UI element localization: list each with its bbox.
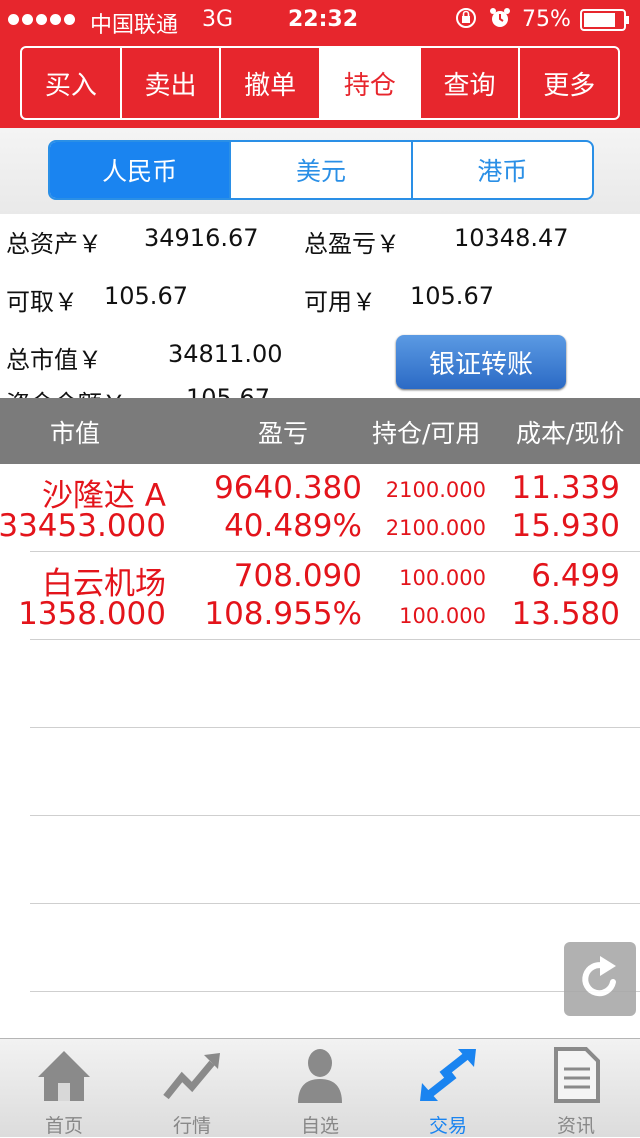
currency-hkd[interactable]: 港币 — [413, 142, 592, 198]
stock-price: 13.580 — [511, 596, 620, 632]
fund-balance-label: 资金余额￥ — [6, 384, 126, 398]
header-holding-available: 持仓/可用 — [372, 419, 481, 448]
document-icon — [554, 1047, 600, 1103]
bank-transfer-button[interactable]: 银证转账 — [396, 335, 566, 389]
row-divider — [30, 815, 640, 816]
stock-holding: 100.000 — [399, 566, 486, 590]
stock-pl-percent: 40.489% — [224, 508, 362, 544]
carrier-label: 中国联通 — [90, 13, 179, 38]
header-market-value: 市值 — [50, 419, 101, 448]
stock-available: 100.000 — [399, 604, 486, 628]
clock: 22:32 — [288, 7, 359, 32]
currency-selector: 人民币 美元 港币 — [48, 140, 594, 200]
tab-more[interactable]: 更多 — [520, 48, 618, 118]
stock-available: 2100.000 — [385, 516, 486, 540]
row-divider — [30, 991, 640, 992]
stock-market-value: 1358.000 — [18, 596, 166, 632]
trade-tab-bar: 买入 卖出 撤单 持仓 查询 更多 — [0, 40, 640, 128]
stock-holding: 2100.000 — [385, 478, 486, 502]
person-icon — [298, 1049, 342, 1103]
available-value: 105.67 — [410, 282, 494, 310]
row-divider — [30, 727, 640, 728]
rotation-lock-icon — [454, 6, 478, 36]
total-pl-value: 10348.47 — [454, 224, 569, 252]
stock-pl-percent: 108.955% — [204, 596, 362, 632]
tab-sell[interactable]: 卖出 — [122, 48, 222, 118]
stock-pl: 708.090 — [233, 558, 362, 594]
nav-news[interactable]: 资讯 — [512, 1039, 640, 1137]
nav-watchlist-label: 自选 — [300, 1115, 339, 1137]
nav-market-label: 行情 — [172, 1115, 211, 1137]
row-divider — [30, 903, 640, 904]
tab-query[interactable]: 查询 — [421, 48, 521, 118]
trade-tabs: 买入 卖出 撤单 持仓 查询 更多 — [20, 46, 620, 120]
nav-news-label: 资讯 — [556, 1115, 595, 1137]
fund-balance-value: 105.67 — [186, 384, 270, 398]
nav-home[interactable]: 首页 — [0, 1039, 128, 1137]
nav-trade[interactable]: 交易 — [384, 1039, 512, 1137]
network-label: 3G — [202, 7, 234, 32]
table-row[interactable]: 沙隆达 A 33453.000 9640.380 40.489% 2100.00… — [0, 464, 640, 552]
total-pl-label: 总盈亏￥ — [304, 230, 400, 258]
stock-pl: 9640.380 — [214, 470, 362, 506]
signal-strength — [8, 6, 78, 31]
withdrawable-label: 可取￥ — [6, 288, 78, 316]
total-assets-value: 34916.67 — [144, 224, 259, 252]
battery-icon — [580, 9, 630, 37]
tab-cancel-order[interactable]: 撤单 — [221, 48, 322, 118]
trade-arrows-icon — [420, 1049, 476, 1101]
currency-usd[interactable]: 美元 — [231, 142, 413, 198]
trend-icon — [163, 1053, 220, 1100]
positions-table-header: 市值 盈亏 持仓/可用 成本/现价 — [0, 398, 640, 464]
stock-cost: 6.499 — [531, 558, 620, 594]
stock-price: 15.930 — [511, 508, 620, 544]
row-divider — [30, 639, 640, 640]
table-row[interactable]: 白云机场 1358.000 708.090 108.955% 100.000 1… — [0, 552, 640, 640]
refresh-icon — [582, 956, 616, 997]
available-label: 可用￥ — [304, 288, 376, 316]
market-value-label: 总市值￥ — [6, 346, 102, 374]
header-cost-price: 成本/现价 — [516, 419, 625, 448]
status-bar: 中国联通 3G 22:32 75% — [0, 0, 640, 40]
stock-cost: 11.339 — [511, 470, 620, 506]
total-assets-label: 总资产￥ — [6, 230, 102, 258]
bottom-nav: 首页 行情 自选 交易 资讯 — [0, 1038, 640, 1137]
currency-cny[interactable]: 人民币 — [50, 142, 232, 198]
market-value-value: 34811.00 — [168, 340, 283, 368]
refresh-button[interactable] — [564, 942, 636, 1016]
tab-buy[interactable]: 买入 — [22, 48, 122, 118]
nav-home-label: 首页 — [44, 1115, 83, 1137]
battery-percent: 75% — [522, 7, 571, 32]
home-icon — [38, 1051, 90, 1101]
nav-watchlist[interactable]: 自选 — [256, 1039, 384, 1137]
alarm-icon — [488, 6, 512, 36]
withdrawable-value: 105.67 — [104, 282, 188, 310]
header-profit-loss: 盈亏 — [258, 419, 309, 448]
stock-market-value: 33453.000 — [0, 508, 166, 544]
nav-trade-label: 交易 — [428, 1115, 467, 1137]
tab-positions[interactable]: 持仓 — [321, 48, 421, 118]
currency-bar: 人民币 美元 港币 — [0, 128, 640, 214]
nav-market[interactable]: 行情 — [128, 1039, 256, 1137]
